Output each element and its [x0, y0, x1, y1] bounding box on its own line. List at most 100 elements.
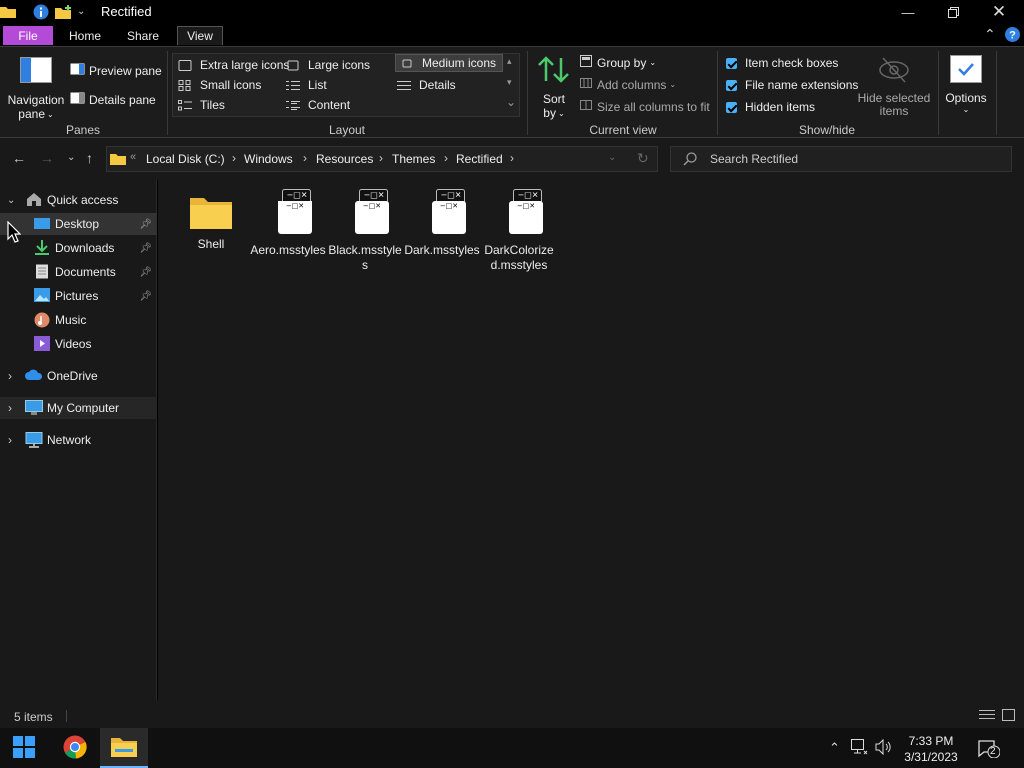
breadcrumb-separator-icon[interactable]: ›: [232, 151, 236, 165]
tab-share[interactable]: Share: [121, 26, 165, 45]
overflow-chevron-icon[interactable]: «: [130, 151, 136, 163]
sort-by-button[interactable]: Sort by ⌄: [536, 55, 572, 120]
nav-item-videos[interactable]: Videos: [0, 333, 157, 355]
breadcrumb-resources[interactable]: Resources: [316, 152, 373, 166]
taskbar-file-explorer[interactable]: [100, 728, 148, 768]
layout-list[interactable]: List: [286, 78, 327, 92]
details-view-icon[interactable]: [979, 709, 995, 724]
size-all-columns-button[interactable]: Size all columns to fit: [580, 99, 710, 114]
breadcrumb-separator-icon[interactable]: ›: [510, 151, 514, 165]
layout-medium-icons[interactable]: Medium icons: [395, 54, 504, 72]
tab-home[interactable]: Home: [63, 26, 107, 45]
chevron-right-icon[interactable]: ›: [8, 369, 12, 383]
taskbar-clock[interactable]: 7:33 PM 3/31/2023: [896, 733, 966, 765]
minimize-button[interactable]: —: [885, 0, 931, 24]
nav-quick-access[interactable]: ⌄ Quick access: [0, 189, 157, 211]
layout-scroll-down-icon[interactable]: ▾: [507, 77, 512, 88]
file-name-extensions-toggle[interactable]: File name extensions: [726, 78, 858, 92]
group-by-icon: [580, 55, 592, 70]
add-columns-button[interactable]: Add columns ⌄: [580, 77, 676, 92]
msstyles-file-icon: −□✕ −□✕: [495, 188, 543, 239]
file-item-msstyles[interactable]: −□✕ −□✕ Aero.msstyles: [250, 188, 326, 258]
address-bar[interactable]: « Local Disk (C:) › Windows › Resources …: [106, 146, 658, 172]
file-item-msstyles[interactable]: −□✕ −□✕ Black.msstyles: [327, 188, 403, 273]
forward-arrow-icon[interactable]: →: [40, 150, 54, 166]
layout-large-icons[interactable]: Large icons: [286, 58, 370, 72]
item-count: 5 items: [14, 710, 53, 724]
breadcrumb-windows[interactable]: Windows: [244, 152, 293, 166]
breadcrumb-themes[interactable]: Themes: [392, 152, 435, 166]
nav-item-desktop[interactable]: Desktop 📌︎: [0, 213, 157, 235]
notification-count: 2: [990, 746, 996, 757]
show-hidden-icons-chevron-icon[interactable]: ⌃: [829, 740, 840, 756]
pin-icon[interactable]: 📌︎: [139, 219, 152, 230]
layout-expand-icon[interactable]: ⌄: [506, 95, 516, 109]
options-button[interactable]: Options ⌄: [942, 55, 990, 114]
group-by-button[interactable]: Group by ⌄: [580, 55, 656, 70]
nav-item-pictures[interactable]: Pictures 📌︎: [0, 285, 157, 307]
pictures-icon: [34, 288, 50, 302]
item-check-boxes-toggle[interactable]: Item check boxes: [726, 56, 838, 70]
svg-text:−□✕: −□✕: [287, 191, 308, 200]
layout-scroll-up-icon[interactable]: ▴: [507, 56, 512, 67]
layout-tiles[interactable]: Tiles: [178, 98, 225, 112]
svg-text:−□✕: −□✕: [441, 191, 462, 200]
layout-details[interactable]: Details: [397, 78, 456, 92]
pin-icon[interactable]: 📌︎: [139, 291, 152, 302]
file-item-msstyles[interactable]: −□✕ −□✕ Dark.msstyles: [404, 188, 480, 258]
layout-content[interactable]: Content: [286, 98, 350, 112]
properties-icon[interactable]: [33, 4, 49, 23]
nav-item-documents[interactable]: Documents 📌︎: [0, 261, 157, 283]
nav-item-downloads[interactable]: Downloads 📌︎: [0, 237, 157, 259]
navigation-pane-button[interactable]: Navigation pane ⌄: [6, 57, 66, 121]
up-arrow-icon[interactable]: ↑: [86, 150, 93, 166]
network-tray-icon[interactable]: [851, 739, 868, 758]
sort-by-label-2: by ⌄: [543, 106, 565, 120]
help-icon[interactable]: ?: [1005, 27, 1020, 45]
layout-small-icons[interactable]: Small icons: [178, 78, 261, 92]
close-button[interactable]: ✕: [976, 0, 1022, 24]
nav-network[interactable]: › Network: [0, 429, 157, 451]
collapse-ribbon-icon[interactable]: ⌃: [984, 26, 996, 43]
preview-pane-button[interactable]: Preview pane: [70, 63, 162, 78]
details-pane-button[interactable]: Details pane: [70, 92, 156, 107]
back-arrow-icon[interactable]: ←: [12, 150, 26, 166]
breadcrumb-rectified[interactable]: Rectified: [456, 152, 503, 166]
hidden-items-toggle[interactable]: Hidden items: [726, 100, 815, 114]
pin-icon[interactable]: 📌︎: [139, 267, 152, 278]
customize-quick-access-icon[interactable]: ⌄: [77, 6, 85, 17]
file-item-folder[interactable]: Shell: [173, 188, 249, 252]
breadcrumb-local-disk[interactable]: Local Disk (C:): [146, 152, 225, 166]
nav-my-computer[interactable]: › My Computer: [0, 397, 157, 419]
volume-icon[interactable]: [875, 738, 892, 758]
address-history-icon[interactable]: ⌄: [608, 152, 616, 163]
chevron-down-icon[interactable]: ⌄: [7, 195, 15, 206]
chevron-right-icon[interactable]: ›: [8, 433, 12, 447]
nav-onedrive[interactable]: › OneDrive: [0, 365, 157, 387]
group-label-current-view: Current view: [589, 123, 657, 137]
tab-view[interactable]: View: [177, 26, 223, 45]
large-icons-view-icon[interactable]: [1002, 709, 1015, 724]
notifications-icon[interactable]: [978, 740, 1001, 761]
taskbar-chrome[interactable]: [51, 728, 99, 768]
file-item-msstyles[interactable]: −□✕ −□✕ DarkColorized.msstyles: [481, 188, 557, 273]
start-button[interactable]: [0, 728, 48, 768]
breadcrumb-separator-icon[interactable]: ›: [444, 151, 448, 165]
list-icon: [286, 80, 300, 91]
breadcrumb-separator-icon[interactable]: ›: [379, 151, 383, 165]
file-name: Shell: [197, 237, 225, 251]
msstyles-file-icon: −□✕ −□✕: [264, 188, 312, 239]
search-box[interactable]: Search Rectified: [670, 146, 1012, 172]
new-folder-icon[interactable]: [55, 4, 73, 23]
layout-extra-large-icons[interactable]: Extra large icons: [178, 58, 289, 72]
hide-selected-items-button[interactable]: Hide selected items: [858, 55, 930, 118]
breadcrumb-separator-icon[interactable]: ›: [303, 151, 307, 165]
nav-item-music[interactable]: Music: [0, 309, 157, 331]
recent-locations-icon[interactable]: ⌄: [67, 152, 75, 163]
refresh-icon[interactable]: ↻: [637, 150, 649, 167]
tab-file[interactable]: File: [3, 26, 53, 45]
extra-large-icons-icon: [178, 59, 192, 71]
restore-button[interactable]: [930, 0, 976, 24]
chevron-right-icon[interactable]: ›: [8, 401, 12, 415]
pin-icon[interactable]: 📌︎: [139, 243, 152, 254]
